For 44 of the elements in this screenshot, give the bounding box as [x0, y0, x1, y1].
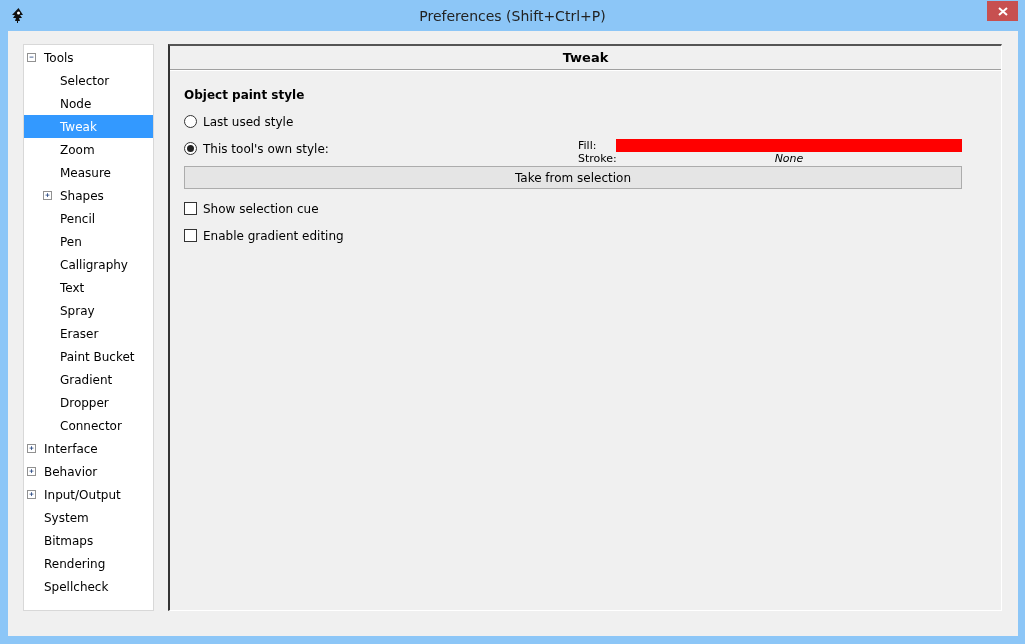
- expand-icon[interactable]: [27, 444, 36, 453]
- tree-item[interactable]: Input/Output: [24, 483, 153, 506]
- tree-item[interactable]: Dropper: [24, 391, 153, 414]
- section-heading: Object paint style: [184, 88, 306, 102]
- radio-label: This tool's own style:: [203, 141, 329, 156]
- tree-item[interactable]: Pencil: [24, 207, 153, 230]
- tree-item[interactable]: Shapes: [24, 184, 153, 207]
- tree-item[interactable]: Interface: [24, 437, 153, 460]
- checkbox[interactable]: [184, 229, 197, 242]
- expand-icon[interactable]: [43, 191, 52, 200]
- stroke-label: Stroke:: [578, 152, 616, 165]
- window-title: Preferences (Shift+Ctrl+P): [419, 7, 606, 24]
- tree-item[interactable]: Measure: [24, 161, 153, 184]
- page-title: Tweak: [562, 50, 609, 65]
- checkbox-label: Enable gradient editing: [203, 228, 344, 243]
- expand-icon[interactable]: [27, 490, 36, 499]
- tree-item[interactable]: Selector: [24, 69, 153, 92]
- tree-item[interactable]: Text: [24, 276, 153, 299]
- tree-item[interactable]: System: [24, 506, 153, 529]
- radio-label: Last used style: [203, 114, 294, 129]
- checkbox-label: Show selection cue: [203, 201, 319, 216]
- tree-item[interactable]: Bitmaps: [24, 529, 153, 552]
- tree-item[interactable]: Calligraphy: [24, 253, 153, 276]
- tree-item[interactable]: Spellcheck: [24, 575, 153, 598]
- radio-button[interactable]: [184, 115, 197, 128]
- stroke-value: None: [773, 152, 805, 165]
- tree-item[interactable]: Zoom: [24, 138, 153, 161]
- tree-item[interactable]: Pen: [24, 230, 153, 253]
- tree-item[interactable]: Gradient: [24, 368, 153, 391]
- tree-item[interactable]: Eraser: [24, 322, 153, 345]
- tree-item[interactable]: Paint Bucket: [24, 345, 153, 368]
- tree-item[interactable]: Spray: [24, 299, 153, 322]
- fill-label: Fill:: [578, 139, 598, 152]
- tree-item[interactable]: Tools: [24, 46, 153, 69]
- take-from-selection-button[interactable]: Take from selection: [184, 166, 962, 189]
- tree-item[interactable]: Rendering: [24, 552, 153, 575]
- tree-item[interactable]: Connector: [24, 414, 153, 437]
- checkbox[interactable]: [184, 202, 197, 215]
- radio-button[interactable]: [184, 142, 197, 155]
- tree-item[interactable]: Behavior: [24, 460, 153, 483]
- close-icon[interactable]: [987, 1, 1018, 21]
- expand-icon[interactable]: [27, 467, 36, 476]
- collapse-icon[interactable]: [27, 53, 36, 62]
- tree-item[interactable]: Node: [24, 92, 153, 115]
